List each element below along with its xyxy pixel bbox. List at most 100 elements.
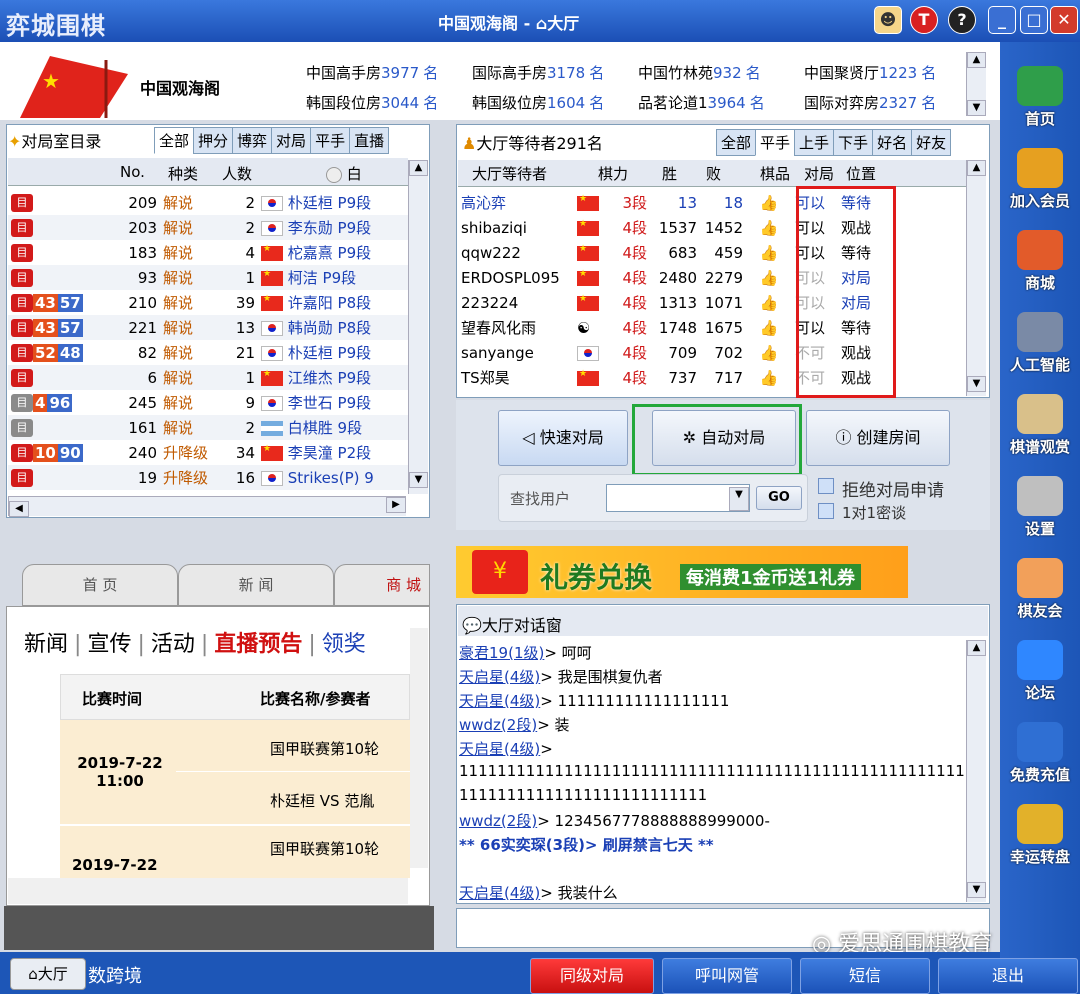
tab-0[interactable]: 全部 [716, 129, 757, 156]
tab-0[interactable]: 全部 [154, 127, 195, 154]
scroll-up-arrow[interactable]: ▲ [967, 160, 986, 176]
sidebar-item-4[interactable]: 棋谱观赏 [1004, 394, 1076, 457]
t-icon[interactable]: T [910, 6, 938, 34]
scroll-down-arrow[interactable]: ▼ [967, 100, 986, 116]
chat-user[interactable]: 天启星(4级) [459, 740, 540, 758]
same-level-match-button[interactable]: 同级对局 [530, 958, 654, 994]
room-stat[interactable]: 国际高手房3178 名 [472, 62, 604, 83]
chat-user[interactable]: wwdz(2段) [459, 716, 537, 734]
scroll-up-arrow[interactable]: ▲ [967, 640, 986, 656]
table-row[interactable]: 目 6 解说 1 江维杰 P9段 [8, 365, 408, 390]
chat-user[interactable]: 天启星(4级) [459, 668, 540, 686]
tab-4[interactable]: 平手 [310, 127, 351, 154]
table-row[interactable]: 目 183 解说 4 柁嘉熹 P9段 [8, 240, 408, 265]
table-row[interactable]: 目 203 解说 2 李东勋 P9段 [8, 215, 408, 240]
sidebar-item-7[interactable]: 论坛 [1004, 640, 1076, 703]
scroll-down-arrow[interactable]: ▼ [967, 376, 986, 392]
table-row[interactable]: 目 209 解说 2 朴廷桓 P9段 [8, 190, 408, 215]
player-flag [574, 340, 608, 365]
sidebar-item-2[interactable]: 商城 [1004, 230, 1076, 293]
sidebar-item-9[interactable]: 幸运转盘 [1004, 804, 1076, 867]
minimize-button[interactable]: _ [988, 6, 1016, 34]
tab-5[interactable]: 直播 [349, 127, 390, 154]
table-row[interactable]: 目 19 升降级 16 Strikes(P) 9 [8, 465, 408, 490]
scroll-down-arrow[interactable]: ▼ [967, 882, 986, 898]
table-row[interactable]: 目4357 210 解说 39 许嘉阳 P8段 [8, 290, 408, 315]
subtab-1[interactable]: 宣传 [87, 632, 131, 657]
room-stat[interactable]: 品茗论道13964 名 [638, 92, 765, 113]
tab-5[interactable]: 好友 [911, 129, 952, 156]
sidebar-item-0[interactable]: 首页 [1004, 66, 1076, 129]
col-5: 对局 [804, 165, 835, 183]
tab-shop[interactable]: 商 城 [334, 564, 430, 606]
create-room-button[interactable]: ⓘ 创建房间 [806, 410, 950, 466]
room-stat[interactable]: 韩国级位房1604 名 [472, 92, 604, 113]
help-icon[interactable]: ? [948, 6, 976, 34]
table-row[interactable]: 目 43 57 221 解说 13 韩尚勋 P8段 [8, 315, 408, 340]
sidebar-item-3[interactable]: 人工智能 [1004, 312, 1076, 375]
waiting-vscroll[interactable]: ▲ ▼ [966, 160, 986, 396]
schedule-event-1[interactable]: 国甲联赛第10轮 [270, 738, 379, 759]
sidebar-item-1[interactable]: 加入会员 [1004, 148, 1076, 211]
subtab-3[interactable]: 直播预告 [214, 632, 302, 657]
table-row[interactable]: 目 93 解说 1 柯洁 P9段 [8, 265, 408, 290]
tab-1[interactable]: 押分 [193, 127, 234, 154]
tab-1[interactable]: 平手 [755, 129, 796, 156]
stats-scrollbar[interactable]: ▲ ▼ [966, 52, 986, 116]
chat-user[interactable]: 天启星(4级) [459, 884, 540, 900]
highlight-green-box [632, 404, 802, 476]
room-list-vscroll[interactable]: ▲ ▼ [408, 160, 428, 494]
table-row[interactable]: 目 161 解说 2 白棋胜 9段 [8, 415, 408, 440]
subtab-2[interactable]: 活动 [151, 632, 195, 657]
tab-3[interactable]: 对局 [271, 127, 312, 154]
room-stat[interactable]: 中国聚贤厅1223 名 [804, 62, 936, 83]
chat-user[interactable]: wwdz(2段) [459, 812, 537, 830]
quick-match-button[interactable]: ◁ 快速对局 [498, 410, 628, 466]
subtab-4[interactable]: 领奖 [322, 632, 366, 657]
secret-checkbox[interactable] [818, 503, 834, 519]
news-vscroll[interactable] [410, 628, 428, 868]
room-stat[interactable]: 国际对弈房2327 名 [804, 92, 936, 113]
chevron-down-icon[interactable]: ▼ [729, 487, 749, 511]
reject-checkbox[interactable] [818, 478, 834, 494]
sidebar-item-6[interactable]: 棋友会 [1004, 558, 1076, 621]
tab-2[interactable]: 博弈 [232, 127, 273, 154]
go-button[interactable]: GO [756, 486, 802, 510]
tab-news[interactable]: 新 闻 [178, 564, 334, 606]
maximize-button[interactable]: □ [1020, 6, 1048, 34]
scroll-up-arrow[interactable]: ▲ [409, 160, 428, 176]
scroll-up-arrow[interactable]: ▲ [967, 52, 986, 68]
scroll-right-arrow[interactable]: ▶ [386, 497, 406, 513]
chat-vscroll[interactable]: ▲ ▼ [966, 640, 986, 902]
subtab-0[interactable]: 新闻 [24, 632, 68, 657]
tab-4[interactable]: 好名 [872, 129, 913, 156]
chat-user[interactable]: 天启星(4级) [459, 692, 540, 710]
tab-2[interactable]: 上手 [794, 129, 835, 156]
room-stat[interactable]: 韩国段位房3044 名 [306, 92, 438, 113]
call-admin-button[interactable]: 呼叫网管 [662, 958, 792, 994]
close-button[interactable]: ✕ [1050, 6, 1078, 34]
table-row[interactable]: 目 52 48 82 解说 21 朴廷桓 P9段 [8, 340, 408, 365]
table-row[interactable]: 目 4 96 245 解说 9 李世石 P9段 [8, 390, 408, 415]
room-stat[interactable]: 中国高手房3977 名 [306, 62, 438, 83]
sidebar-item-8[interactable]: 免费充值 [1004, 722, 1076, 785]
room-list-hscroll[interactable]: ◀ ▶ [8, 496, 406, 517]
exit-button[interactable]: 退出 [938, 958, 1078, 994]
white-player-name: 李世石 P9段 [287, 394, 372, 412]
room-stat[interactable]: 中国竹林苑932 名 [638, 62, 761, 83]
lobby-tab[interactable]: ⌂大厅 [10, 958, 86, 990]
mascot-icon[interactable]: ☻ [874, 6, 902, 34]
scroll-left-arrow[interactable]: ◀ [9, 501, 29, 517]
find-user-input[interactable]: ▼ [606, 484, 750, 512]
schedule-players-1[interactable]: 朴廷桓 VS 范胤 [270, 790, 374, 811]
chat-user[interactable]: 豪君19(1级) [459, 644, 544, 662]
schedule-event-2[interactable]: 国甲联赛第10轮 [270, 838, 379, 859]
scroll-down-arrow[interactable]: ▼ [409, 472, 428, 488]
news-hscroll[interactable] [8, 878, 408, 904]
table-row[interactable]: 目1090 240 升降级 34 李昊潼 P2段 [8, 440, 408, 465]
sidebar-item-5[interactable]: 设置 [1004, 476, 1076, 539]
tab-home[interactable]: 首 页 [22, 564, 178, 606]
sidebar-icon-4 [1017, 394, 1063, 434]
tab-3[interactable]: 下手 [833, 129, 874, 156]
message-button[interactable]: 短信 [800, 958, 930, 994]
